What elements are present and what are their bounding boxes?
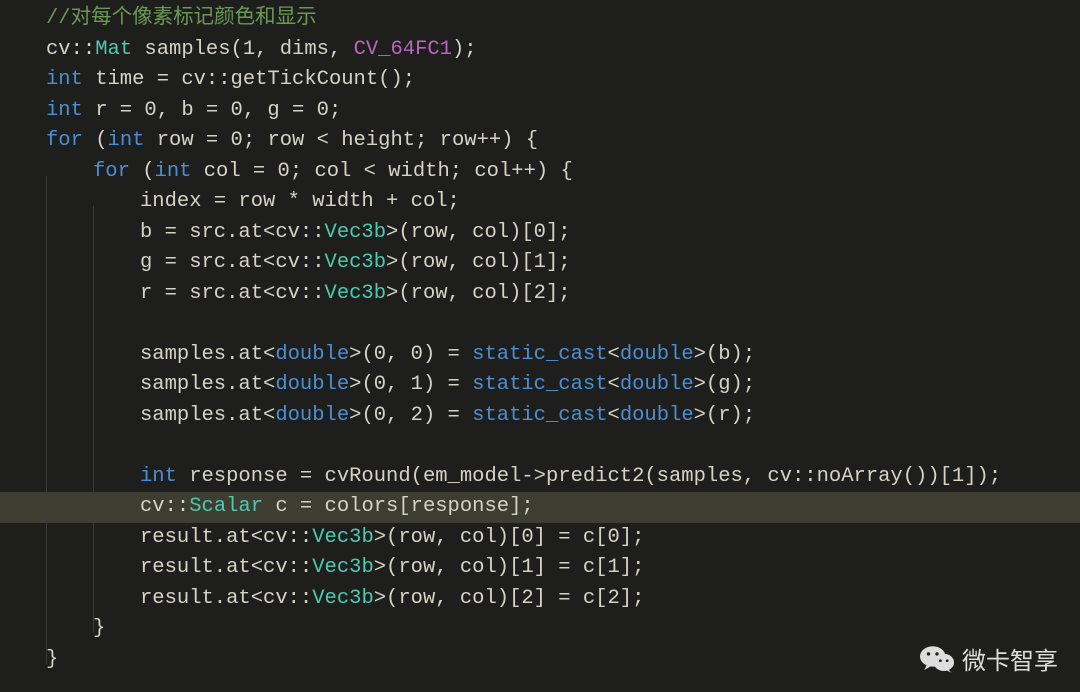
code-line[interactable]: //对每个像素标记颜色和显示 <box>0 4 1080 35</box>
code-line[interactable]: b = src.at<cv::Vec3b>(row, col)[0]; <box>0 218 1080 249</box>
code-line[interactable]: } <box>0 645 1080 676</box>
code-line[interactable]: int response = cvRound(em_model->predict… <box>0 462 1080 493</box>
code-line[interactable]: int r = 0, b = 0, g = 0; <box>0 96 1080 127</box>
code-line[interactable]: index = row * width + col; <box>0 187 1080 218</box>
code-line[interactable]: samples.at<double>(0, 0) = static_cast<d… <box>0 340 1080 371</box>
code-line[interactable]: result.at<cv::Vec3b>(row, col)[2] = c[2]… <box>0 584 1080 615</box>
code-line[interactable]: for (int col = 0; col < width; col++) { <box>0 157 1080 188</box>
code-line[interactable] <box>0 309 1080 340</box>
code-line[interactable]: result.at<cv::Vec3b>(row, col)[1] = c[1]… <box>0 553 1080 584</box>
code-line[interactable]: int time = cv::getTickCount(); <box>0 65 1080 96</box>
code-line[interactable]: samples.at<double>(0, 1) = static_cast<d… <box>0 370 1080 401</box>
wechat-icon <box>920 644 954 674</box>
code-lines: //对每个像素标记颜色和显示cv::Mat samples(1, dims, C… <box>0 4 1080 675</box>
code-line[interactable]: cv::Mat samples(1, dims, CV_64FC1); <box>0 35 1080 66</box>
code-line[interactable] <box>0 431 1080 462</box>
code-editor[interactable]: //对每个像素标记颜色和显示cv::Mat samples(1, dims, C… <box>0 0 1080 692</box>
watermark-text: 微卡智享 <box>962 641 1058 676</box>
watermark: 微卡智享 <box>920 641 1058 676</box>
code-line[interactable]: samples.at<double>(0, 2) = static_cast<d… <box>0 401 1080 432</box>
code-line[interactable]: result.at<cv::Vec3b>(row, col)[0] = c[0]… <box>0 523 1080 554</box>
code-line[interactable]: for (int row = 0; row < height; row++) { <box>0 126 1080 157</box>
code-line[interactable]: g = src.at<cv::Vec3b>(row, col)[1]; <box>0 248 1080 279</box>
code-line[interactable]: } <box>0 614 1080 645</box>
code-line[interactable]: r = src.at<cv::Vec3b>(row, col)[2]; <box>0 279 1080 310</box>
code-line[interactable]: cv::Scalar c = colors[response]; <box>0 492 1080 523</box>
